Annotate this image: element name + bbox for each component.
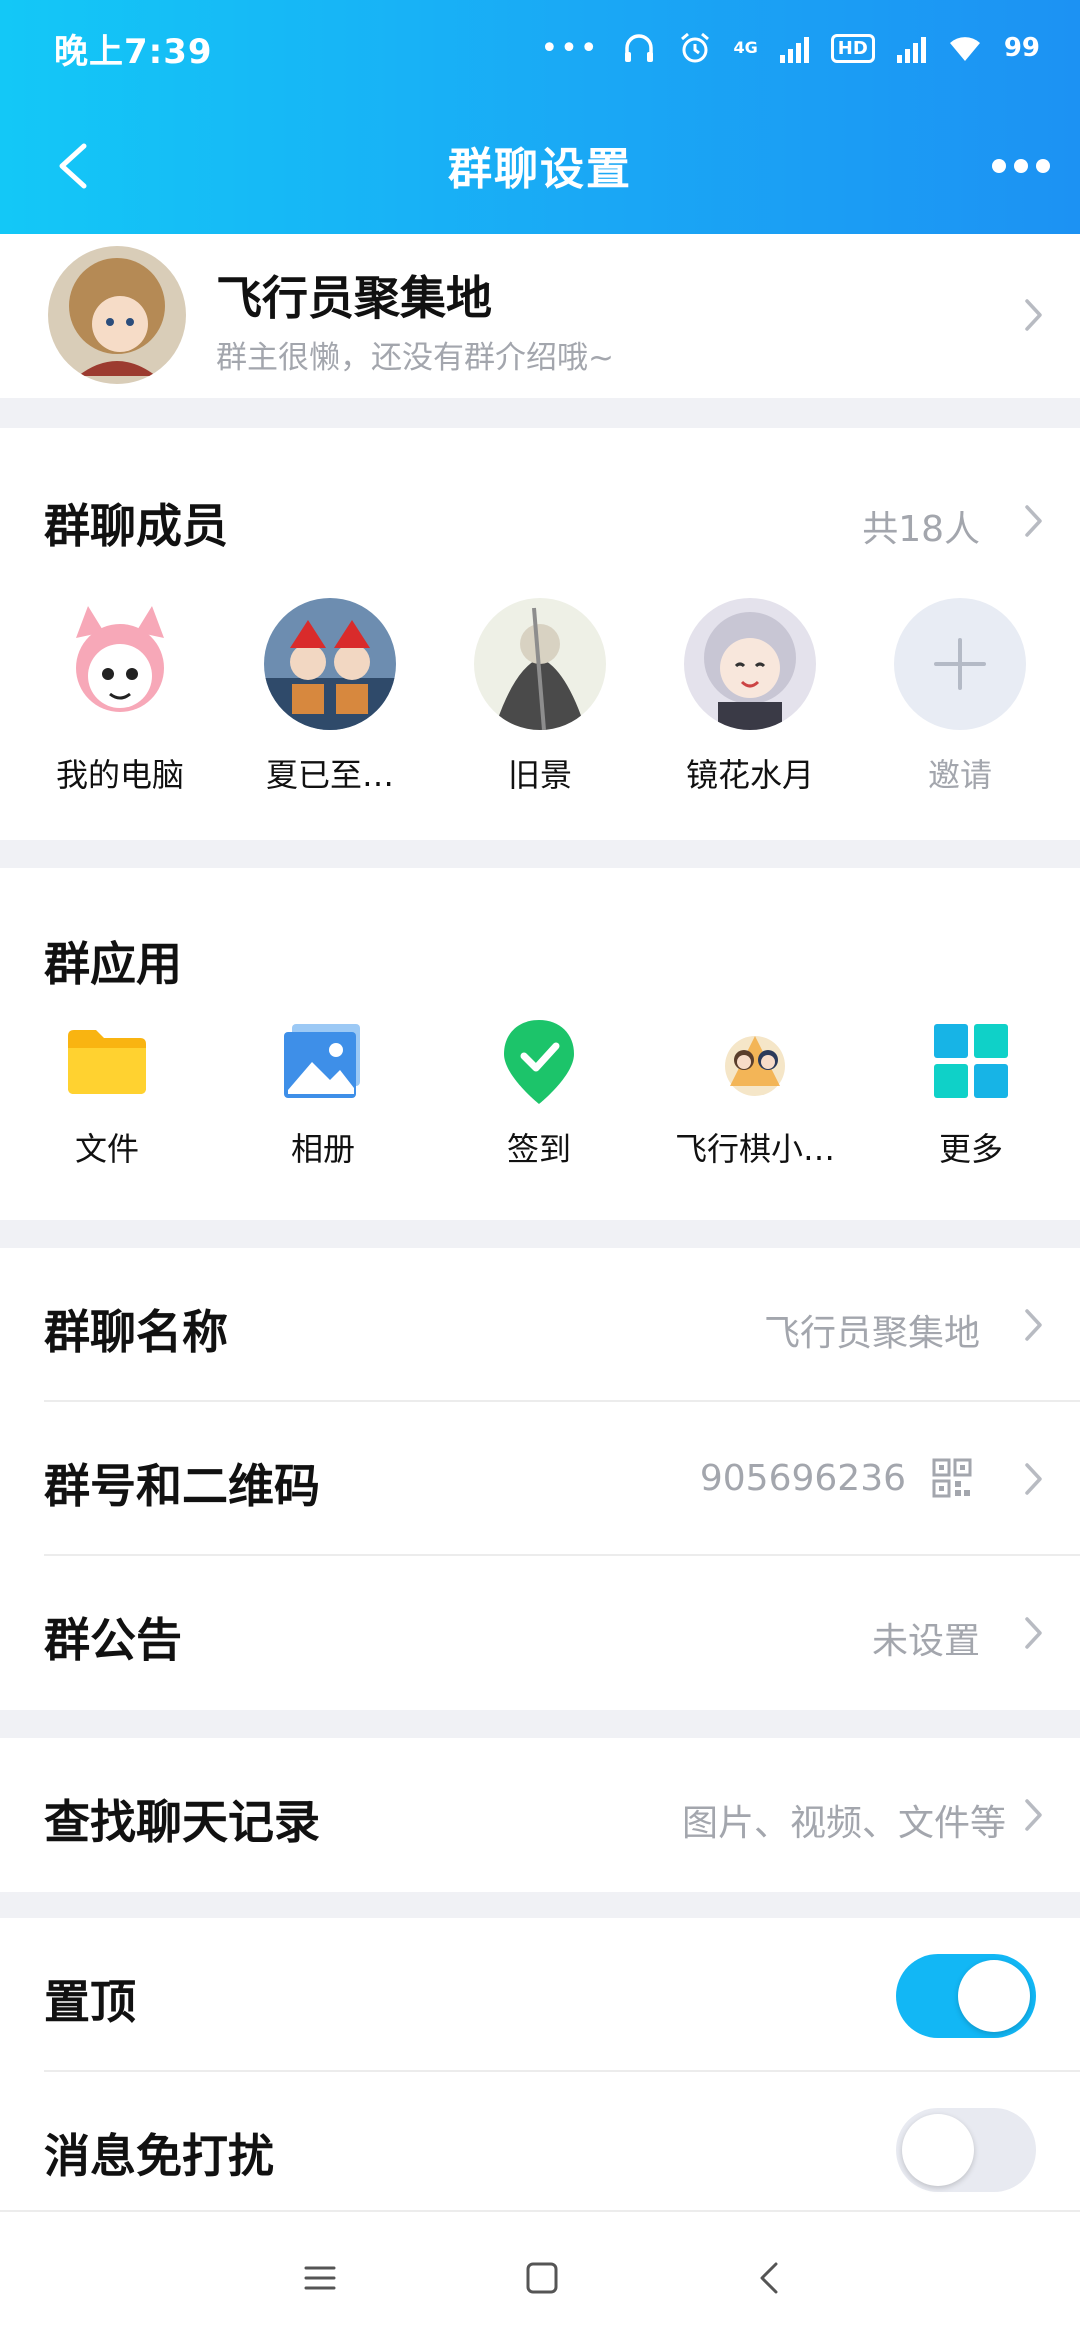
back-icon <box>760 2262 778 2294</box>
plus-icon <box>934 638 986 690</box>
app-album[interactable]: 相册 <box>228 1016 418 1170</box>
menu-button[interactable] <box>290 2248 350 2308</box>
pin-top-row: 置顶 <box>0 1918 1080 2072</box>
headphones-icon <box>624 34 653 62</box>
member-name: 我的电脑 <box>55 756 184 794</box>
chevron-right-icon <box>1024 1462 1044 1496</box>
dot-icon <box>1036 159 1050 173</box>
members-title: 群聊成员 <box>44 499 228 553</box>
group-apps-card: 群应用 文件 相册 签到 飞行棋小… 更多 <box>0 868 1080 1220</box>
member-name: 镜花水月 <box>685 756 814 794</box>
chevron-right-icon <box>1024 1798 1044 1832</box>
group-name: 飞行员聚集地 <box>216 271 492 325</box>
row-value: 905696236 <box>699 1458 906 1499</box>
member-avatar <box>474 598 606 730</box>
chevron-right-icon <box>1024 1616 1044 1650</box>
back-nav-button[interactable] <box>740 2248 800 2308</box>
row-label: 群公告 <box>44 1613 182 1667</box>
qr-code-icon <box>932 1458 972 1498</box>
app-more[interactable]: 更多 <box>876 1016 1066 1170</box>
member-name: 旧景 <box>507 756 572 794</box>
invite-label: 邀请 <box>927 756 992 794</box>
page-title: 群聊设置 <box>448 144 632 195</box>
toggle-knob <box>902 2114 974 2186</box>
row-label: 群号和二维码 <box>44 1459 320 1513</box>
alarm-icon <box>680 32 709 63</box>
member-item[interactable]: 镜花水月 <box>670 598 830 796</box>
checkin-icon <box>494 1016 584 1106</box>
row-label: 查找聊天记录 <box>44 1795 320 1849</box>
chevron-right-icon <box>1024 1308 1044 1342</box>
notification-dots-icon: ••• <box>540 30 600 66</box>
row-label: 置顶 <box>44 1975 136 2029</box>
app-name: 飞行棋小… <box>674 1130 835 1168</box>
header: 晚上7:39 ••• 4G HD 99 群聊设置 <box>0 0 1080 234</box>
invite-avatar <box>894 598 1026 730</box>
more-apps-icon <box>926 1016 1016 1106</box>
row-label: 消息免打扰 <box>44 2129 274 2183</box>
battery-level: 99 <box>1003 33 1040 63</box>
do-not-disturb-row: 消息免打扰 <box>0 2072 1080 2226</box>
announcement-row[interactable]: 群公告 未设置 <box>0 1556 1080 1710</box>
menu-icon <box>304 2266 336 2290</box>
search-history-row[interactable]: 查找聊天记录 图片、视频、文件等 <box>0 1738 1080 1892</box>
network-4g-label: 4G <box>733 38 758 57</box>
signal-2-icon <box>896 33 926 63</box>
app-checkin[interactable]: 签到 <box>444 1016 634 1170</box>
group-intro: 群主很懒，还没有群介绍哦~ <box>216 340 614 376</box>
row-value: 飞行员聚集地 <box>763 1313 980 1354</box>
app-name: 相册 <box>290 1130 355 1168</box>
app-name: 签到 <box>506 1130 571 1168</box>
member-avatar <box>264 598 396 730</box>
member-name: 夏已至… <box>265 756 394 794</box>
group-profile-card[interactable]: 飞行员聚集地 群主很懒，还没有群介绍哦~ <box>0 234 1080 398</box>
nav-bar: 群聊设置 <box>0 96 1080 234</box>
folder-icon <box>62 1016 152 1106</box>
apps-title: 群应用 <box>44 937 182 991</box>
app-name: 文件 <box>74 1130 139 1168</box>
member-item[interactable]: 旧景 <box>460 598 620 796</box>
status-time: 晚上7:39 <box>54 31 213 72</box>
album-icon <box>278 1016 368 1106</box>
wifi-icon <box>949 37 980 61</box>
members-card: 群聊成员 共18人 我的电脑 夏已至… 旧景 镜花水月 邀请 <box>0 428 1080 840</box>
dot-icon <box>992 159 1006 173</box>
status-bar: 晚上7:39 ••• 4G HD 99 <box>0 0 1080 96</box>
system-nav-bar <box>0 2210 1080 2340</box>
flight-chess-icon <box>710 1016 800 1106</box>
invite-button[interactable]: 邀请 <box>880 598 1040 796</box>
home-icon <box>526 2262 558 2294</box>
signal-1-icon <box>779 33 809 63</box>
do-not-disturb-toggle[interactable] <box>896 2108 1036 2192</box>
member-avatar <box>684 598 816 730</box>
chevron-right-icon <box>1024 298 1044 332</box>
back-button[interactable] <box>46 136 106 196</box>
hd-badge: HD <box>830 33 875 63</box>
more-options-button[interactable] <box>992 146 1050 186</box>
row-value: 图片、视频、文件等 <box>681 1803 1006 1844</box>
member-item[interactable]: 夏已至… <box>250 598 410 796</box>
back-arrow-icon <box>59 143 87 189</box>
pin-top-toggle[interactable] <box>896 1954 1036 2038</box>
app-name: 更多 <box>938 1130 1003 1168</box>
group-name-row[interactable]: 群聊名称 飞行员聚集地 <box>0 1248 1080 1402</box>
chevron-right-icon <box>1024 504 1044 538</box>
group-avatar <box>48 246 186 384</box>
toggle-knob <box>958 1960 1030 2032</box>
row-label: 群聊名称 <box>44 1305 228 1359</box>
home-button[interactable] <box>512 2248 572 2308</box>
status-icons: ••• 4G HD 99 <box>540 31 1040 66</box>
member-count[interactable]: 共18人 <box>862 500 980 552</box>
app-flight-chess[interactable]: 飞行棋小… <box>660 1016 850 1170</box>
member-item[interactable]: 我的电脑 <box>40 598 200 796</box>
group-number-row[interactable]: 群号和二维码 905696236 <box>0 1402 1080 1556</box>
app-file[interactable]: 文件 <box>12 1016 202 1170</box>
member-avatar <box>54 598 186 730</box>
row-value: 未设置 <box>871 1621 980 1662</box>
dot-icon <box>1014 159 1028 173</box>
